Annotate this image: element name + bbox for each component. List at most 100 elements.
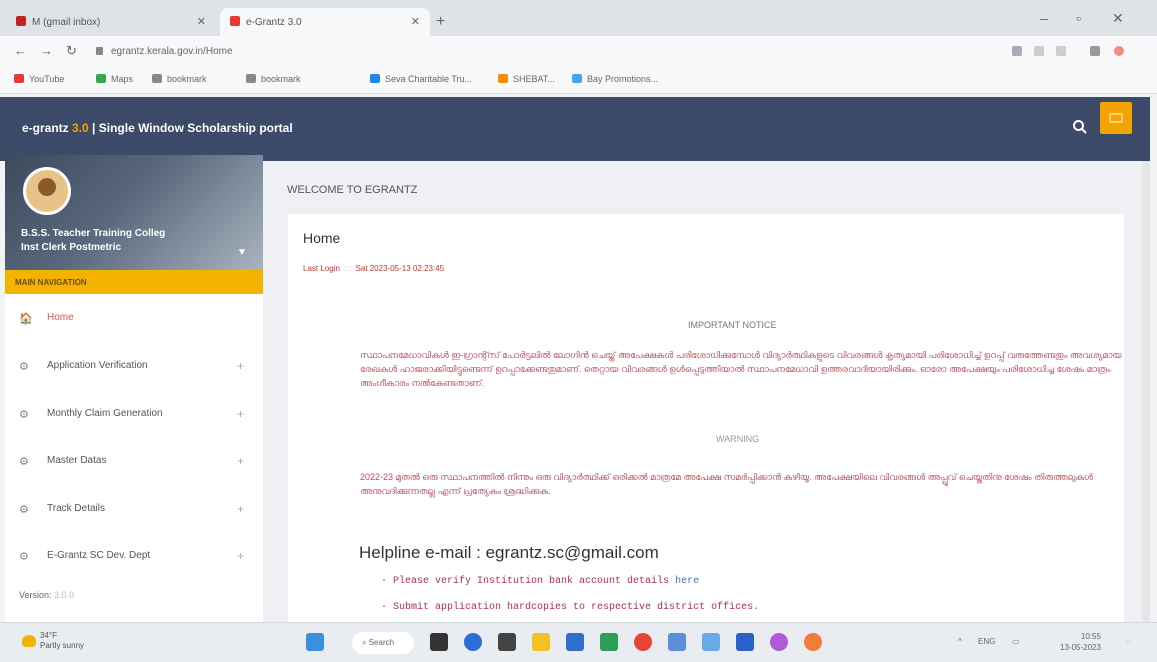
bookmark-item[interactable]: bookmark	[246, 74, 301, 84]
browser-tab-bar: M (gmail inbox) ✕ e-Grantz 3.0 ✕ + – ▫ ✕	[0, 0, 1157, 36]
menu-toggle-button[interactable]	[1100, 102, 1132, 134]
welcome-heading: WELCOME TO EGRANTZ	[287, 184, 418, 196]
notification-icon[interactable]: ◌	[1126, 637, 1131, 646]
windows-taskbar: 34°F Partly sunny ⌕ Search ^ ENG ▭ 10:55…	[0, 622, 1157, 662]
bookmark-item[interactable]: YouTube	[14, 74, 64, 84]
browser-tab-gmail[interactable]: M (gmail inbox) ✕	[6, 8, 216, 36]
maximize-icon[interactable]: ▫	[1076, 10, 1081, 26]
app-icon[interactable]	[498, 633, 516, 651]
clock[interactable]: 10:55 13-05-2023	[1060, 631, 1101, 653]
start-menu-icon[interactable]	[306, 633, 324, 651]
bookmark-item[interactable]: Bay Promotions...	[572, 74, 658, 84]
minimize-icon[interactable]: –	[1040, 10, 1048, 26]
page-title: Home	[303, 230, 341, 246]
url-text: egrantz.kerala.gov.in/Home	[111, 46, 233, 57]
file-explorer-icon[interactable]	[532, 633, 550, 651]
bank-details-link[interactable]: here	[675, 576, 699, 587]
taskbar-search[interactable]: ⌕ Search	[352, 632, 414, 654]
language-indicator[interactable]: ENG	[978, 637, 995, 646]
bookmark-label: Bay Promotions...	[587, 74, 659, 84]
app-icon[interactable]	[702, 633, 720, 651]
expand-plus-icon[interactable]: +	[237, 454, 244, 468]
weather-icon	[22, 635, 36, 647]
bookmark-item[interactable]: SHEBAT...	[498, 74, 555, 84]
expand-plus-icon[interactable]: +	[237, 549, 244, 563]
gear-icon: ⚙	[19, 409, 29, 421]
forward-arrow-icon[interactable]: →	[40, 43, 53, 58]
sidebar-item-application-verification[interactable]: ⚙ Application Verification +	[5, 345, 263, 389]
last-login-label: Last Login	[303, 264, 340, 273]
app-header: e-grantz 3.0 | Single Window Scholarship…	[0, 97, 1150, 161]
search-icon[interactable]	[1072, 119, 1088, 135]
url-field[interactable]: egrantz.kerala.gov.in/Home	[96, 46, 233, 57]
excel-icon[interactable]	[600, 633, 618, 651]
bookmark-label: Maps	[111, 74, 134, 84]
reload-icon[interactable]: ↻	[66, 43, 77, 59]
bookmark-item[interactable]: bookmark	[152, 74, 207, 84]
maps-icon	[96, 74, 106, 83]
scrollbar[interactable]	[1142, 161, 1150, 625]
profile-icon[interactable]	[1114, 46, 1124, 56]
bookmark-label: Seva Charitable Tru...	[385, 74, 473, 84]
expand-plus-icon[interactable]: +	[237, 359, 244, 373]
chrome-icon[interactable]	[634, 633, 652, 651]
sidebar: B.S.S. Teacher Training Colleg Inst Cler…	[5, 155, 263, 625]
user-role: Inst Clerk Postmetric	[21, 242, 122, 253]
chat-icon[interactable]	[464, 633, 482, 651]
last-login: Last Login ::::: Sat 2023-05-13 02:23:45	[303, 264, 445, 273]
clock-time: 10:55	[1080, 632, 1101, 641]
back-arrow-icon[interactable]: ←	[14, 43, 27, 58]
bookmark-item[interactable]: Maps	[96, 74, 133, 84]
browser-tab-egrantz[interactable]: e-Grantz 3.0 ✕	[220, 8, 430, 36]
sidebar-item-master-datas[interactable]: ⚙ Master Datas +	[5, 440, 263, 484]
gear-icon: ⚙	[19, 456, 29, 468]
tray-chevron-icon[interactable]: ^	[958, 637, 962, 646]
network-icon[interactable]: ▭	[1012, 637, 1020, 646]
avatar	[23, 167, 71, 215]
sidebar-item-egrantz-sc-dev[interactable]: ⚙ E-Grantz SC Dev. Dept +	[5, 535, 263, 579]
gear-icon: ⚙	[19, 551, 29, 563]
sidebar-item-home[interactable]: 🏠 Home	[5, 297, 263, 341]
firefox-icon[interactable]	[804, 633, 822, 651]
version-value: 3.0.0	[54, 590, 75, 600]
important-notice-heading: IMPORTANT NOTICE	[688, 320, 777, 330]
bookmark-item[interactable]: Seva Charitable Tru...	[370, 74, 472, 84]
version-label: Version:	[19, 590, 52, 600]
close-tab-icon[interactable]: ✕	[411, 15, 420, 28]
sidebar-item-monthly-claim[interactable]: ⚙ Monthly Claim Generation +	[5, 393, 263, 437]
task-view-icon[interactable]	[430, 633, 448, 651]
app-icon[interactable]	[668, 633, 686, 651]
important-notice-text: സ്ഥാപനമേധാവികൾ ഇ-ഗ്രാന്റ്സ് പോർട്ടലിൽ ലോ…	[360, 350, 1122, 388]
sidebar-toggle-icon[interactable]	[1090, 46, 1100, 56]
gear-icon: ⚙	[19, 504, 29, 516]
extension-icon[interactable]	[1012, 46, 1022, 56]
close-tab-icon[interactable]: ✕	[197, 15, 206, 28]
bookmarks-bar: YouTube Maps bookmark bookmark Seva Char…	[0, 66, 1157, 94]
sidebar-item-label: Track Details	[47, 503, 105, 514]
bullet-text: Submit application hardcopies to respect…	[393, 602, 760, 613]
bookmark-label: bookmark	[261, 74, 301, 84]
extension-icon[interactable]	[1034, 46, 1044, 56]
chevron-down-icon[interactable]: ▼	[237, 247, 247, 258]
app-icon[interactable]	[566, 633, 584, 651]
weather-temp: 34°F	[40, 631, 57, 640]
word-icon[interactable]	[736, 633, 754, 651]
bookmark-label: bookmark	[167, 74, 207, 84]
sidebar-item-label: Application Verification	[47, 360, 148, 371]
app-brand[interactable]: e-grantz 3.0 | Single Window Scholarship…	[22, 121, 293, 135]
bookmark-icon	[246, 74, 256, 83]
expand-plus-icon[interactable]: +	[237, 407, 244, 421]
bookmark-icon	[152, 74, 162, 83]
sidebar-item-track-details[interactable]: ⚙ Track Details +	[5, 488, 263, 532]
star-icon[interactable]	[1056, 46, 1066, 56]
address-bar-row: ← → ↻ egrantz.kerala.gov.in/Home	[0, 36, 1157, 66]
expand-plus-icon[interactable]: +	[237, 502, 244, 516]
home-icon: 🏠	[19, 313, 33, 325]
warning-heading: WARNING	[716, 434, 760, 444]
user-info[interactable]: B.S.S. Teacher Training Colleg Inst Cler…	[21, 227, 211, 255]
window-close-icon[interactable]: ✕	[1112, 10, 1124, 27]
new-tab-button[interactable]: +	[436, 13, 445, 31]
bookmark-label: YouTube	[29, 74, 65, 84]
app-icon[interactable]	[770, 633, 788, 651]
user-name: B.S.S. Teacher Training Colleg	[21, 228, 166, 239]
